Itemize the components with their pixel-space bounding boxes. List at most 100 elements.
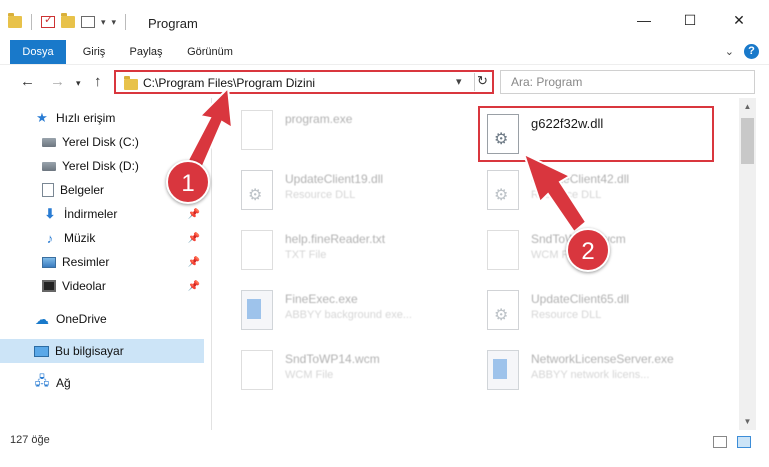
file-type: Resource DLL	[531, 189, 602, 201]
file-item[interactable]: FineExec.exe ABBYY background exe...	[223, 282, 473, 338]
dll-icon: ⚙	[487, 290, 519, 330]
search-input[interactable]	[501, 71, 754, 93]
sidebar-item-local-disk-c[interactable]: Yerel Disk (C:)	[0, 130, 204, 154]
network-icon: 🖧	[34, 373, 50, 388]
music-icon: ♪	[46, 230, 54, 246]
file-name: SndToWP14.wcm	[285, 352, 380, 366]
tab-home[interactable]: Giriş	[72, 40, 116, 64]
tab-file[interactable]: Dosya	[10, 40, 66, 64]
file-item[interactable]: SndToWP14.wcm WCM File	[223, 342, 473, 398]
file-name: help.fineReader.txt	[285, 232, 386, 246]
navigation-bar: ← → ▾ ↑ C:\Program Files\Program Dizini …	[0, 64, 769, 98]
file-item[interactable]: NetworkLicenseServer.exe ABBYY network l…	[469, 342, 719, 398]
file-item[interactable]: help.fineReader.txt TXT File	[223, 222, 473, 278]
window-title: Program	[148, 16, 198, 31]
file-icon	[487, 230, 519, 270]
sidebar-item-label: Yerel Disk (C:)	[62, 135, 139, 149]
file-type: Resource DLL	[531, 309, 602, 321]
sidebar-item-videos[interactable]: Videolar 📌	[0, 274, 204, 298]
downloads-icon: ⬇	[44, 206, 56, 221]
properties-icon[interactable]	[81, 16, 95, 28]
back-arrow-icon[interactable]: ←	[20, 73, 35, 90]
sidebar-item-label: Hızlı erişim	[56, 111, 116, 125]
pin-icon[interactable]: 📌	[188, 209, 200, 220]
step-badge-2: 2	[566, 228, 610, 272]
tab-view[interactable]: Görünüm	[178, 40, 242, 64]
program-icon	[241, 110, 273, 150]
disk-icon	[42, 137, 56, 147]
sidebar-item-this-pc[interactable]: Bu bilgisayar	[0, 339, 204, 363]
file-name: UpdateClient19.dll	[285, 172, 384, 186]
scroll-up-icon[interactable]: ▲	[739, 98, 756, 115]
title-bar: ▾ ▾ Program — ☐ ✕	[0, 0, 769, 40]
address-path[interactable]: C:\Program Files\Program Dizini	[143, 76, 315, 90]
pin-icon[interactable]: 📌	[188, 281, 200, 292]
text-file-icon	[241, 230, 273, 270]
sidebar-item-label: Resimler	[62, 255, 110, 269]
scroll-down-icon[interactable]: ▼	[739, 413, 756, 430]
minimize-button[interactable]: —	[629, 8, 659, 32]
details-view-icon[interactable]	[713, 436, 727, 448]
dll-icon: ⚙	[241, 170, 273, 210]
sidebar-item-label: Ağ	[56, 376, 71, 390]
sidebar-item-label: İndirmeler	[64, 207, 118, 221]
dll-icon: ⚙	[487, 170, 519, 210]
close-button[interactable]: ✕	[724, 8, 754, 32]
tab-share[interactable]: Paylaş	[122, 40, 170, 64]
address-bar[interactable]: C:\Program Files\Program Dizini ▾ ↻	[114, 70, 494, 94]
file-item[interactable]: ⚙ UpdateClient65.dll Resource DLL	[469, 282, 719, 338]
file-type: WCM File	[285, 369, 334, 381]
expand-ribbon-icon[interactable]: ⌄	[725, 45, 734, 58]
file-name: program.exe	[285, 112, 353, 126]
exe-icon	[241, 290, 273, 330]
large-icons-view-icon[interactable]	[737, 436, 751, 448]
file-name: UpdateClient65.dll	[531, 292, 630, 306]
sidebar-item-network[interactable]: 🖧 Ağ	[0, 371, 204, 395]
disk-icon	[42, 161, 56, 171]
cloud-icon: ☁	[35, 310, 49, 327]
highlight-box	[478, 106, 714, 162]
file-item[interactable]: ⚙ UpdateClient42.dll Resource DLL	[469, 162, 719, 218]
gear-icon: ⚙	[494, 307, 509, 324]
file-item[interactable]: ⚙ UpdateClient19.dll Resource DLL	[223, 162, 473, 218]
search-box[interactable]	[500, 70, 755, 94]
exe-icon	[487, 350, 519, 390]
vertical-scrollbar[interactable]: ▲ ▼	[739, 98, 756, 430]
file-type: ABBYY background exe...	[285, 309, 412, 321]
file-type: Resource DLL	[285, 189, 356, 201]
file-icon	[241, 350, 273, 390]
ribbon-right-controls: ⌄ ?	[725, 44, 759, 59]
new-folder-icon[interactable]	[61, 13, 75, 28]
sidebar-item-label: Bu bilgisayar	[55, 344, 124, 358]
computer-icon	[34, 345, 49, 357]
customize-qat-icon[interactable]: ▾	[112, 17, 117, 28]
gear-icon: ⚙	[248, 187, 263, 204]
file-type: TXT File	[285, 249, 327, 261]
sidebar-item-music[interactable]: ♪ Müzik 📌	[0, 226, 204, 250]
pin-icon[interactable]: 📌	[188, 257, 200, 268]
recent-locations-icon[interactable]: ▾	[76, 78, 81, 89]
sidebar-item-quick-access[interactable]: ★ Hızlı erişim	[0, 106, 204, 130]
up-arrow-icon[interactable]: ↑	[94, 73, 102, 90]
pictures-icon	[42, 256, 56, 268]
sidebar-item-downloads[interactable]: ⬇ İndirmeler 📌	[0, 202, 204, 226]
scrollbar-thumb[interactable]	[741, 118, 754, 164]
properties-check-icon[interactable]	[41, 13, 55, 28]
help-icon[interactable]: ?	[744, 44, 759, 59]
file-name: UpdateClient42.dll	[531, 172, 630, 186]
ribbon-tabs: Dosya Giriş Paylaş Görünüm ⌄ ?	[0, 40, 769, 64]
sidebar-item-label: Videolar	[62, 279, 106, 293]
file-item[interactable]: program.exe	[223, 102, 473, 158]
sidebar-item-label: Yerel Disk (D:)	[62, 159, 139, 173]
qat-dropdown-icon[interactable]: ▾	[101, 17, 106, 28]
refresh-icon[interactable]: ↻	[474, 73, 490, 91]
address-dropdown-icon[interactable]: ▾	[456, 75, 462, 88]
forward-arrow-icon[interactable]: →	[50, 73, 65, 90]
pin-icon[interactable]: 📌	[188, 233, 200, 244]
file-name: NetworkLicenseServer.exe	[531, 352, 674, 366]
item-count: 127 öğe	[10, 434, 50, 446]
sidebar-item-label: Müzik	[64, 231, 96, 245]
sidebar-item-pictures[interactable]: Resimler 📌	[0, 250, 204, 274]
sidebar-item-onedrive[interactable]: ☁ OneDrive	[0, 307, 204, 331]
maximize-button[interactable]: ☐	[675, 8, 705, 32]
